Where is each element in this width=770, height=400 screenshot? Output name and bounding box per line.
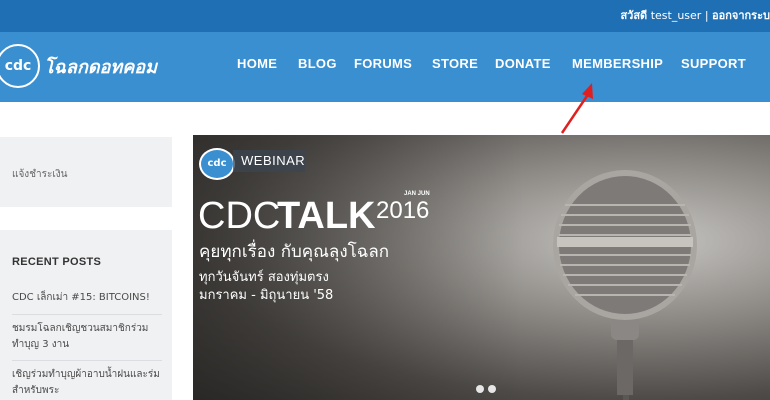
slider-dot-1[interactable] — [476, 385, 484, 393]
user-greeting: สวัสดี test_user | ออกจากระบ — [620, 0, 770, 32]
nav-forums[interactable]: FORUMS — [354, 56, 412, 71]
site-logo-script[interactable]: โฉลกดอทคอม — [44, 52, 157, 81]
banner-year: 2016 — [376, 197, 430, 224]
separator: | — [701, 9, 713, 22]
banner-title-light: CDC — [198, 195, 281, 237]
payment-notify-link[interactable]: แจ้งชำระเงิน — [12, 167, 67, 182]
hero-slider[interactable]: cdc WEBINAR CDC TALK JAN JUN 2016 คุยทุก… — [193, 135, 770, 400]
banner-title-bold: TALK — [277, 195, 376, 237]
recent-posts-heading: RECENT POSTS — [12, 256, 102, 268]
username[interactable]: test_user — [651, 9, 702, 22]
post-divider — [12, 314, 162, 315]
nav-membership[interactable]: MEMBERSHIP — [572, 56, 663, 71]
recent-post-1[interactable]: CDC เล็กเม่า #15: BITCOINS! — [12, 290, 162, 306]
webinar-logo: cdc — [199, 148, 235, 180]
slider-dot-2[interactable] — [488, 385, 496, 393]
recent-post-2[interactable]: ชมรมโฉลกเชิญชวนสมาชิกร่วมทำบุญ 3 งาน — [12, 321, 162, 353]
site-logo[interactable]: cdc — [0, 44, 40, 88]
nav-blog[interactable]: BLOG — [298, 56, 337, 71]
banner-schedule-months: มกราคม - มิถุนายน '58 — [199, 288, 334, 303]
recent-post-3[interactable]: เชิญร่วมทำบุญผ้าอาบน้ำฝนและร่มสำหรับพระ — [12, 367, 162, 399]
banner-subtitle: คุยทุกเรื่อง กับคุณลุงโฉลก — [199, 242, 390, 262]
greeting-text: สวัสดี — [620, 9, 648, 22]
logout-link[interactable]: ออกจากระบ — [712, 9, 770, 22]
webinar-label: WEBINAR — [241, 153, 306, 168]
top-bar: สวัสดี test_user | ออกจากระบ — [0, 0, 770, 32]
nav-support[interactable]: SUPPORT — [681, 56, 746, 71]
post-divider — [12, 360, 162, 361]
main-navbar: cdc โฉลกดอทคอม HOME BLOG FORUMS STORE DO… — [0, 32, 770, 102]
nav-home[interactable]: HOME — [237, 56, 277, 71]
nav-store[interactable]: STORE — [432, 56, 478, 71]
nav-donate[interactable]: DONATE — [495, 56, 551, 71]
